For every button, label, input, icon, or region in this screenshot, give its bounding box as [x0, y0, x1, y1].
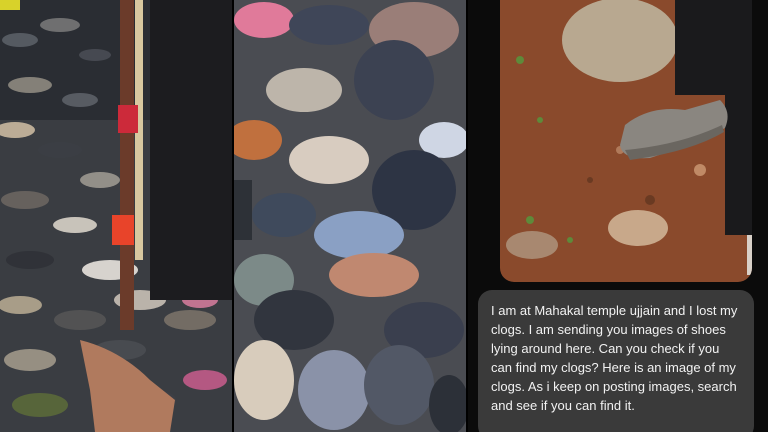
- shoe-closeup-image: [234, 0, 466, 432]
- chat-message-text: I am at Mahakal temple ujjain and I lost…: [491, 303, 738, 413]
- chat-message-bubble: I am at Mahakal temple ujjain and I lost…: [478, 290, 754, 432]
- shoe-pile-closeup-photo: [234, 0, 466, 432]
- clogs-image: [500, 0, 752, 282]
- shoe-pile-image: [0, 0, 232, 432]
- chat-panel: I am at Mahakal temple ujjain and I lost…: [468, 0, 768, 432]
- grey-clogs-on-ground-photo[interactable]: [500, 0, 752, 282]
- shoe-pile-photo: [0, 0, 232, 432]
